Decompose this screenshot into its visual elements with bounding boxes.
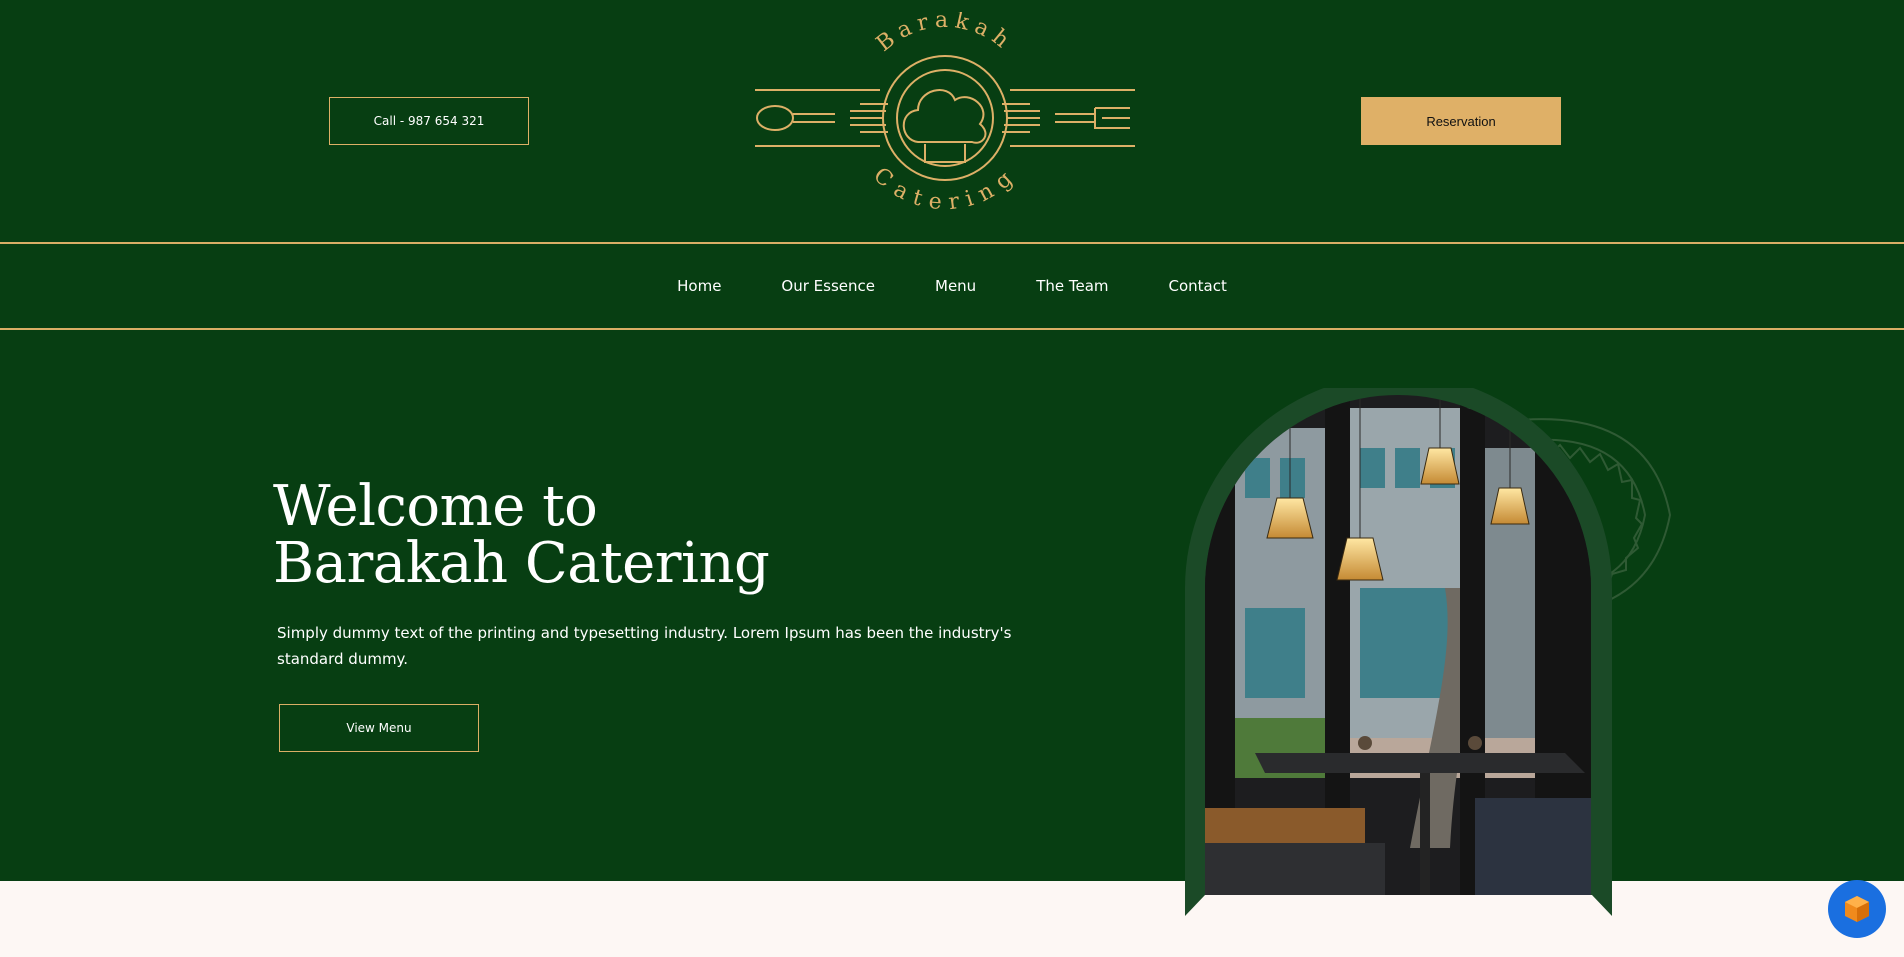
- nav-item-contact[interactable]: Contact: [1169, 277, 1227, 295]
- hero-title: Welcome to Barakah Catering: [273, 478, 770, 592]
- svg-text:Catering: Catering: [868, 163, 1022, 216]
- hero-title-line2: Barakah Catering: [273, 531, 770, 596]
- restaurant-interior-image: [1185, 388, 1612, 916]
- chef-hat-logo-icon[interactable]: Barakah Catering: [750, 12, 1140, 224]
- main-nav: Home Our Essence Menu The Team Contact: [0, 242, 1904, 330]
- chat-widget-icon: [1845, 896, 1869, 922]
- logo-text-top: Barakah: [872, 12, 1012, 57]
- hero-title-line1: Welcome to: [273, 474, 598, 539]
- nav-item-menu[interactable]: Menu: [935, 277, 976, 295]
- nav-item-our-essence[interactable]: Our Essence: [781, 277, 875, 295]
- logo-text-bottom: Catering: [868, 163, 1016, 216]
- reservation-button[interactable]: Reservation: [1361, 97, 1561, 145]
- nav-item-home[interactable]: Home: [677, 277, 721, 295]
- hero-description: Simply dummy text of the printing and ty…: [277, 624, 1012, 668]
- chat-widget-button[interactable]: [1828, 880, 1886, 938]
- nav-item-the-team[interactable]: The Team: [1036, 277, 1108, 295]
- svg-text:Barakah: Barakah: [872, 12, 1018, 57]
- view-menu-button[interactable]: View Menu: [279, 704, 479, 752]
- site-header: Call - 987 654 321 Barakah Catering Rese…: [0, 0, 1904, 242]
- call-button[interactable]: Call - 987 654 321: [329, 97, 529, 145]
